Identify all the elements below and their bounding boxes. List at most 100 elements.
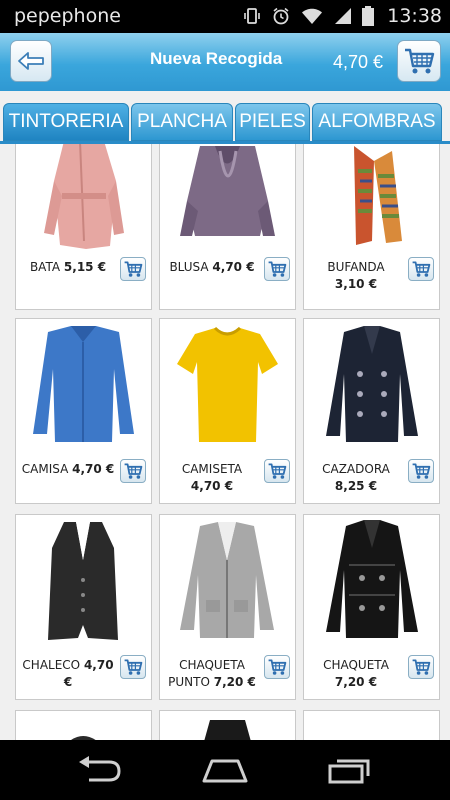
add-to-cart-button[interactable] bbox=[120, 257, 146, 281]
category-tabs: TINTORERIA PLANCHA PIELES ALFOMBRAS bbox=[0, 91, 450, 143]
product-grid: BATA 5,15 € BLUSA 4,70 € BUFANDA 3,10 € … bbox=[0, 144, 450, 740]
product-label: CAMISETA 4,70 € bbox=[164, 461, 260, 495]
product-card-camiseta[interactable]: CAMISETA 4,70 € bbox=[159, 318, 296, 504]
product-name: CHAQUETA bbox=[323, 658, 389, 672]
cart-icon bbox=[405, 48, 435, 74]
product-price: 3,10 € bbox=[334, 277, 378, 291]
signal-icon bbox=[335, 8, 352, 24]
tab-label: PLANCHA bbox=[137, 111, 227, 132]
nav-home-button[interactable] bbox=[200, 754, 250, 786]
add-to-cart-button[interactable] bbox=[408, 257, 434, 281]
garment-image bbox=[71, 736, 96, 740]
product-price: 7,20 € bbox=[334, 675, 378, 689]
product-label: CAMISA 4,70 € bbox=[20, 461, 116, 478]
tab-label: ALFOMBRAS bbox=[318, 111, 436, 132]
product-price: 8,25 € bbox=[334, 479, 378, 493]
cart-icon bbox=[268, 261, 287, 277]
product-name: BUFANDA bbox=[327, 260, 385, 274]
product-label: BLUSA 4,70 € bbox=[164, 259, 260, 276]
product-name: BATA bbox=[29, 260, 61, 274]
cart-icon bbox=[124, 659, 143, 675]
product-name: CAMISA bbox=[21, 462, 69, 476]
vest-image bbox=[48, 522, 118, 640]
product-price: 4,70 € bbox=[190, 479, 234, 493]
product-name: BLUSA bbox=[169, 260, 209, 274]
system-nav-bar bbox=[0, 740, 450, 800]
product-card[interactable] bbox=[15, 710, 152, 740]
cart-icon bbox=[412, 463, 431, 479]
wifi-icon bbox=[302, 8, 323, 24]
carrier-name: pepephone bbox=[14, 5, 121, 27]
cart-icon bbox=[268, 463, 287, 479]
blouse-image bbox=[180, 146, 275, 236]
garment-image bbox=[314, 716, 429, 740]
add-to-cart-button[interactable] bbox=[408, 459, 434, 483]
product-label: CAZADORA 8,25 € bbox=[308, 461, 404, 495]
tab-alfombras[interactable]: ALFOMBRAS bbox=[312, 103, 442, 141]
cart-icon bbox=[124, 261, 143, 277]
product-card-chaleco[interactable]: CHALECO 4,70 € bbox=[15, 514, 152, 700]
cart-icon bbox=[268, 659, 287, 675]
battery-icon bbox=[362, 6, 375, 26]
product-card-chaqueta-punto[interactable]: CHAQUETA PUNTO 7,20 € bbox=[159, 514, 296, 700]
cart-icon bbox=[412, 261, 431, 277]
product-card-cazadora[interactable]: CAZADORA 8,25 € bbox=[303, 318, 440, 504]
add-to-cart-button[interactable] bbox=[120, 655, 146, 679]
jacket-image bbox=[326, 326, 418, 442]
page-title: Nueva Recogida bbox=[150, 49, 283, 68]
add-to-cart-button[interactable] bbox=[264, 257, 290, 281]
back-button[interactable] bbox=[10, 40, 52, 82]
alarm-icon bbox=[273, 7, 289, 25]
product-card-bata[interactable]: BATA 5,15 € bbox=[15, 144, 152, 310]
product-card-blusa[interactable]: BLUSA 4,70 € bbox=[159, 144, 296, 310]
product-label: BUFANDA 3,10 € bbox=[308, 259, 404, 293]
tab-plancha[interactable]: PLANCHA bbox=[131, 103, 233, 141]
screen: pepephone 13:38 Nueva Recogida 4,70 € TI… bbox=[0, 0, 450, 800]
cardigan-image bbox=[180, 522, 274, 638]
cart-icon bbox=[412, 659, 431, 675]
scarf-image bbox=[354, 146, 402, 245]
tab-pieles[interactable]: PIELES bbox=[235, 103, 310, 141]
tshirt-image bbox=[177, 326, 278, 442]
recents-icon bbox=[328, 759, 370, 784]
back-icon bbox=[79, 756, 121, 782]
product-price: 5,15 € bbox=[63, 260, 107, 274]
status-icons: 13:38 bbox=[242, 5, 442, 27]
product-name: CHALECO bbox=[22, 658, 81, 672]
add-to-cart-button[interactable] bbox=[120, 459, 146, 483]
add-to-cart-button[interactable] bbox=[408, 655, 434, 679]
product-label: CHALECO 4,70 € bbox=[20, 657, 116, 691]
cart-button[interactable] bbox=[397, 40, 441, 82]
add-to-cart-button[interactable] bbox=[264, 459, 290, 483]
status-bar: pepephone 13:38 bbox=[0, 0, 450, 33]
product-card-chaqueta[interactable]: CHAQUETA 7,20 € bbox=[303, 514, 440, 700]
product-card-camisa[interactable]: CAMISA 4,70 € bbox=[15, 318, 152, 504]
product-price: 4,70 € bbox=[212, 260, 255, 274]
product-name: CAZADORA bbox=[322, 462, 390, 476]
product-label: BATA 5,15 € bbox=[20, 259, 116, 276]
product-name: CAMISETA bbox=[181, 462, 243, 476]
nav-back-button[interactable] bbox=[74, 754, 124, 786]
bathrobe-image bbox=[44, 144, 124, 249]
tab-label: TINTORERIA bbox=[8, 111, 124, 132]
product-card[interactable] bbox=[159, 710, 296, 740]
tab-label: PIELES bbox=[239, 111, 306, 132]
add-to-cart-button[interactable] bbox=[264, 655, 290, 679]
product-card[interactable] bbox=[303, 710, 440, 740]
order-total: 4,70 € bbox=[333, 52, 384, 72]
product-card-bufanda[interactable]: BUFANDA 3,10 € bbox=[303, 144, 440, 310]
shirt-image bbox=[33, 326, 134, 442]
product-price: 7,20 € bbox=[213, 675, 256, 689]
cart-icon bbox=[124, 463, 143, 479]
product-label: CHAQUETA PUNTO 7,20 € bbox=[164, 657, 260, 691]
leather-jacket-image bbox=[326, 520, 418, 638]
nav-recents-button[interactable] bbox=[325, 754, 375, 786]
home-icon bbox=[202, 759, 248, 783]
clock: 13:38 bbox=[387, 5, 442, 27]
garment-image bbox=[204, 720, 251, 740]
vibrate-icon bbox=[244, 8, 261, 24]
app-header: Nueva Recogida 4,70 € bbox=[0, 33, 450, 91]
back-arrow-icon bbox=[18, 52, 44, 70]
product-price: 4,70 € bbox=[72, 462, 115, 476]
tab-tintoreria[interactable]: TINTORERIA bbox=[3, 103, 129, 141]
